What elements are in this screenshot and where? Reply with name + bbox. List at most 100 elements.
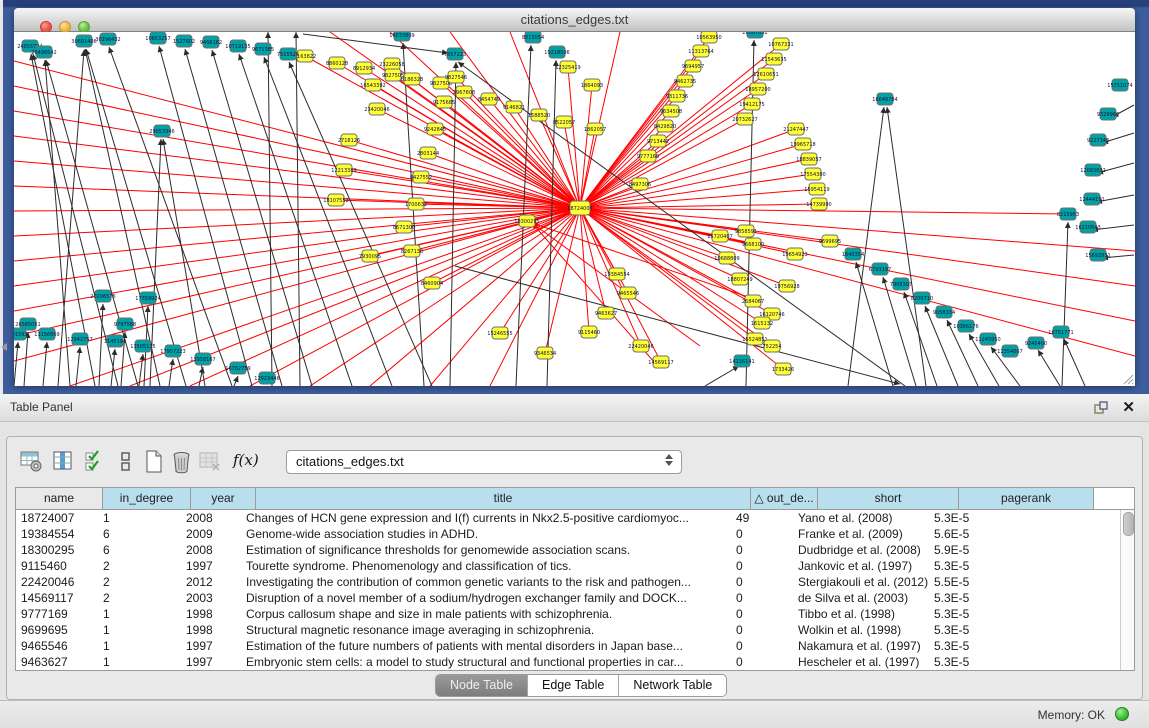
- table-cell[interactable]: 1: [98, 510, 181, 526]
- table-cell[interactable]: 0: [731, 542, 793, 558]
- table-cell[interactable]: 5.3E-5: [929, 638, 1059, 654]
- column-header-short[interactable]: short: [818, 488, 959, 509]
- table-cell[interactable]: 5.9E-5: [929, 542, 1059, 558]
- table-cell[interactable]: 6: [98, 526, 181, 542]
- citation-network-graph[interactable]: 7163822886012889129342322605898275051654…: [14, 32, 1135, 386]
- table-cell[interactable]: 5.3E-5: [929, 510, 1059, 526]
- table-scrollbar[interactable]: [1120, 510, 1134, 670]
- table-cell[interactable]: 0: [731, 590, 793, 606]
- table-cell[interactable]: 14569117: [16, 590, 98, 606]
- network-window-titlebar[interactable]: citations_edges.txt: [14, 8, 1135, 32]
- memory-ok-indicator-icon[interactable]: [1115, 707, 1129, 721]
- table-cell[interactable]: 0: [731, 622, 793, 638]
- table-cell[interactable]: 9777169: [16, 606, 98, 622]
- table-scrollbar-thumb[interactable]: [1123, 512, 1134, 536]
- table-settings-icon[interactable]: [19, 449, 45, 475]
- table-cell[interactable]: de Silva et al. (2003): [793, 590, 929, 606]
- network-window[interactable]: citations_edges.txt 71638228860128891293…: [14, 8, 1135, 385]
- table-cell[interactable]: 9465546: [16, 638, 98, 654]
- table-cell[interactable]: 5.3E-5: [929, 590, 1059, 606]
- close-panel-icon[interactable]: ✕: [1122, 398, 1135, 416]
- network-canvas[interactable]: 7163822886012889129342322605898275051654…: [14, 32, 1135, 386]
- table-cell[interactable]: Hescheler et al. (1997): [793, 654, 929, 670]
- table-cell[interactable]: 18724007: [16, 510, 98, 526]
- table-select-dropdown[interactable]: citations_edges.txt: [286, 450, 682, 474]
- tab-network-table[interactable]: Network Table: [619, 675, 726, 696]
- table-cell[interactable]: 2: [98, 590, 181, 606]
- table-cell[interactable]: 1997: [181, 558, 241, 574]
- table-cell[interactable]: 0: [731, 526, 793, 542]
- table-cell[interactable]: 0: [731, 574, 793, 590]
- table-cell[interactable]: 5.6E-5: [929, 526, 1059, 542]
- column-header-pagerank[interactable]: pagerank: [959, 488, 1094, 509]
- table-cell[interactable]: 0: [731, 638, 793, 654]
- table-row[interactable]: 946362711997Embryonic stem cells: a mode…: [16, 654, 1134, 670]
- table-cell[interactable]: Stergiakouli et al. (2012): [793, 574, 929, 590]
- node-table[interactable]: namein_degreeyeartitle△ out_de...shortpa…: [15, 487, 1135, 671]
- float-panel-icon[interactable]: [1093, 400, 1109, 420]
- table-row[interactable]: 1456911722003Disruption of a novel membe…: [16, 590, 1134, 606]
- table-cell[interactable]: 22420046: [16, 574, 98, 590]
- table-row[interactable]: 2242004622012Investigating the contribut…: [16, 574, 1134, 590]
- column-header-year[interactable]: year: [191, 488, 256, 509]
- table-cell[interactable]: 0: [731, 654, 793, 670]
- table-cell[interactable]: Dudbridge et al. (2008): [793, 542, 929, 558]
- table-cell[interactable]: 2: [98, 558, 181, 574]
- show-columns-icon[interactable]: [51, 449, 77, 475]
- table-cell[interactable]: 0: [731, 558, 793, 574]
- table-cell[interactable]: 5.3E-5: [929, 558, 1059, 574]
- table-cell[interactable]: Tourette syndrome. Phenomenology and cla…: [241, 558, 731, 574]
- table-row[interactable]: 1830029562008Estimation of significance …: [16, 542, 1134, 558]
- delete-column-icon[interactable]: [169, 449, 195, 475]
- table-cell[interactable]: 1997: [181, 638, 241, 654]
- delete-table-icon[interactable]: [197, 449, 223, 475]
- column-header-in_degree[interactable]: in_degree: [103, 488, 191, 509]
- table-cell[interactable]: 6: [98, 542, 181, 558]
- table-cell[interactable]: Estimation of the future numbers of pati…: [241, 638, 731, 654]
- table-cell[interactable]: 1: [98, 606, 181, 622]
- column-header-out_de[interactable]: △ out_de...: [751, 488, 818, 509]
- new-column-icon[interactable]: [141, 449, 167, 475]
- table-cell[interactable]: Nakamura et al. (1997): [793, 638, 929, 654]
- table-cell[interactable]: 0: [731, 606, 793, 622]
- table-cell[interactable]: 2: [98, 574, 181, 590]
- select-columns-icon[interactable]: [83, 449, 109, 475]
- table-cell[interactable]: Corpus callosum shape and size in male p…: [241, 606, 731, 622]
- table-cell[interactable]: 5.3E-5: [929, 654, 1059, 670]
- table-cell[interactable]: 2003: [181, 590, 241, 606]
- table-cell[interactable]: Jankovic et al. (1997): [793, 558, 929, 574]
- table-cell[interactable]: 5.5E-5: [929, 574, 1059, 590]
- tab-node-table[interactable]: Node Table: [436, 675, 528, 696]
- table-cell[interactable]: Structural magnetic resonance image aver…: [241, 622, 731, 638]
- table-cell[interactable]: Disruption of a novel member of a sodium…: [241, 590, 731, 606]
- table-cell[interactable]: 2009: [181, 526, 241, 542]
- table-cell[interactable]: Franke et al. (2009): [793, 526, 929, 542]
- table-cell[interactable]: 1: [98, 622, 181, 638]
- table-cell[interactable]: 1998: [181, 606, 241, 622]
- column-header-name[interactable]: name: [16, 488, 103, 509]
- table-cell[interactable]: 2008: [181, 542, 241, 558]
- table-cell[interactable]: 49: [731, 510, 793, 526]
- function-builder-icon[interactable]: f(x): [233, 451, 267, 477]
- table-cell[interactable]: Tibbo et al. (1998): [793, 606, 929, 622]
- column-header-title[interactable]: title: [256, 488, 751, 509]
- table-cell[interactable]: 18300295: [16, 542, 98, 558]
- table-cell[interactable]: Changes of HCN gene expression and I(f) …: [241, 510, 731, 526]
- table-cell[interactable]: 2012: [181, 574, 241, 590]
- table-cell[interactable]: 5.3E-5: [929, 622, 1059, 638]
- table-row[interactable]: 911546021997Tourette syndrome. Phenomeno…: [16, 558, 1134, 574]
- row-height-icon[interactable]: [113, 449, 139, 475]
- table-cell[interactable]: 1997: [181, 654, 241, 670]
- table-row[interactable]: 1872400712008Changes of HCN gene express…: [16, 510, 1134, 526]
- table-cell[interactable]: 1: [98, 638, 181, 654]
- table-cell[interactable]: 19384554: [16, 526, 98, 542]
- table-cell[interactable]: Embryonic stem cells: a model to study s…: [241, 654, 731, 670]
- tab-edge-table[interactable]: Edge Table: [528, 675, 619, 696]
- table-cell[interactable]: 9463627: [16, 654, 98, 670]
- table-row[interactable]: 946554611997Estimation of the future num…: [16, 638, 1134, 654]
- table-row[interactable]: 969969511998Structural magnetic resonanc…: [16, 622, 1134, 638]
- table-cell[interactable]: 9699695: [16, 622, 98, 638]
- canvas-resize-grip-icon[interactable]: [1120, 371, 1134, 385]
- splitter-collapse-icon[interactable]: [1, 343, 7, 351]
- table-cell[interactable]: Genome-wide association studies in ADHD.: [241, 526, 731, 542]
